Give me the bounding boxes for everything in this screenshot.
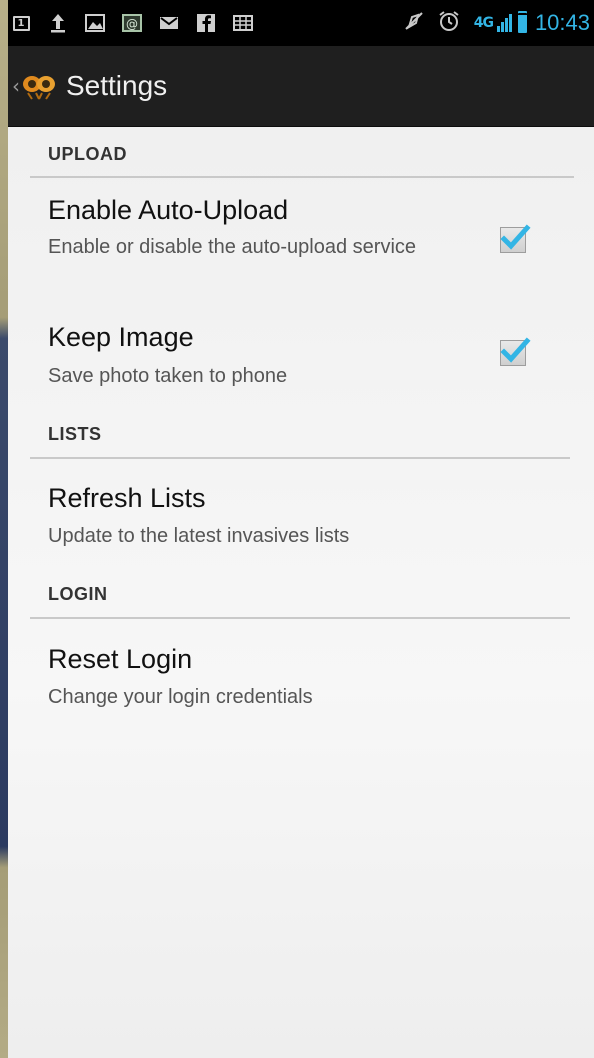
mute-icon	[404, 11, 424, 36]
category-login: LOGIN	[48, 584, 108, 604]
notification-icons: 1 @	[10, 12, 269, 34]
facebook-icon	[195, 12, 217, 34]
battery-icon	[517, 13, 527, 33]
checkmark-icon	[500, 337, 531, 363]
divider-login	[30, 617, 570, 619]
pref-summary: Change your login credentials	[48, 686, 313, 708]
network-type: 4G	[473, 15, 494, 31]
app-logo-icon[interactable]	[22, 71, 56, 101]
back-caret-icon[interactable]: ‹	[12, 74, 20, 98]
upload-icon	[47, 12, 69, 34]
signal-strength-icon	[496, 14, 512, 32]
calendar-day: 1	[12, 15, 30, 31]
keyboard-icon	[232, 12, 254, 34]
alarm-icon	[438, 10, 460, 37]
system-icons: 4G 10:43	[390, 0, 590, 46]
settings-list: UPLOAD Enable Auto-Upload Enable or disa…	[8, 127, 594, 1058]
pref-title: Enable Auto-Upload	[48, 195, 289, 225]
keep-image-checkbox[interactable]	[500, 337, 531, 366]
status-bar: 1 @ 4G 10:43	[8, 0, 594, 46]
pref-title: Reset Login	[48, 644, 193, 674]
svg-text:@: @	[126, 17, 138, 31]
divider-lists	[30, 457, 570, 459]
pref-summary: Save photo taken to phone	[48, 365, 288, 387]
page-title: Settings	[66, 70, 168, 101]
action-bar: ‹ Settings	[8, 46, 594, 127]
category-lists: LISTS	[48, 424, 102, 444]
calendar-icon: 1	[10, 12, 32, 34]
pref-summary: Update to the latest invasives lists	[48, 525, 350, 547]
email-icon: @	[121, 12, 143, 34]
pref-title: Keep Image	[48, 322, 194, 352]
clock: 10:43	[534, 10, 590, 35]
pref-title: Refresh Lists	[48, 483, 206, 513]
checkmark-icon	[500, 224, 531, 250]
category-upload: UPLOAD	[48, 144, 127, 164]
phone-screen: 1 @ 4G 10:43 ‹ Settings UPLOAD Enable Au…	[8, 0, 594, 1058]
gallery-icon	[84, 12, 106, 34]
auto-upload-checkbox[interactable]	[500, 224, 531, 253]
divider-upload	[30, 176, 574, 178]
mail-icon	[158, 12, 180, 34]
pref-summary: Enable or disable the auto-upload servic…	[48, 236, 417, 258]
